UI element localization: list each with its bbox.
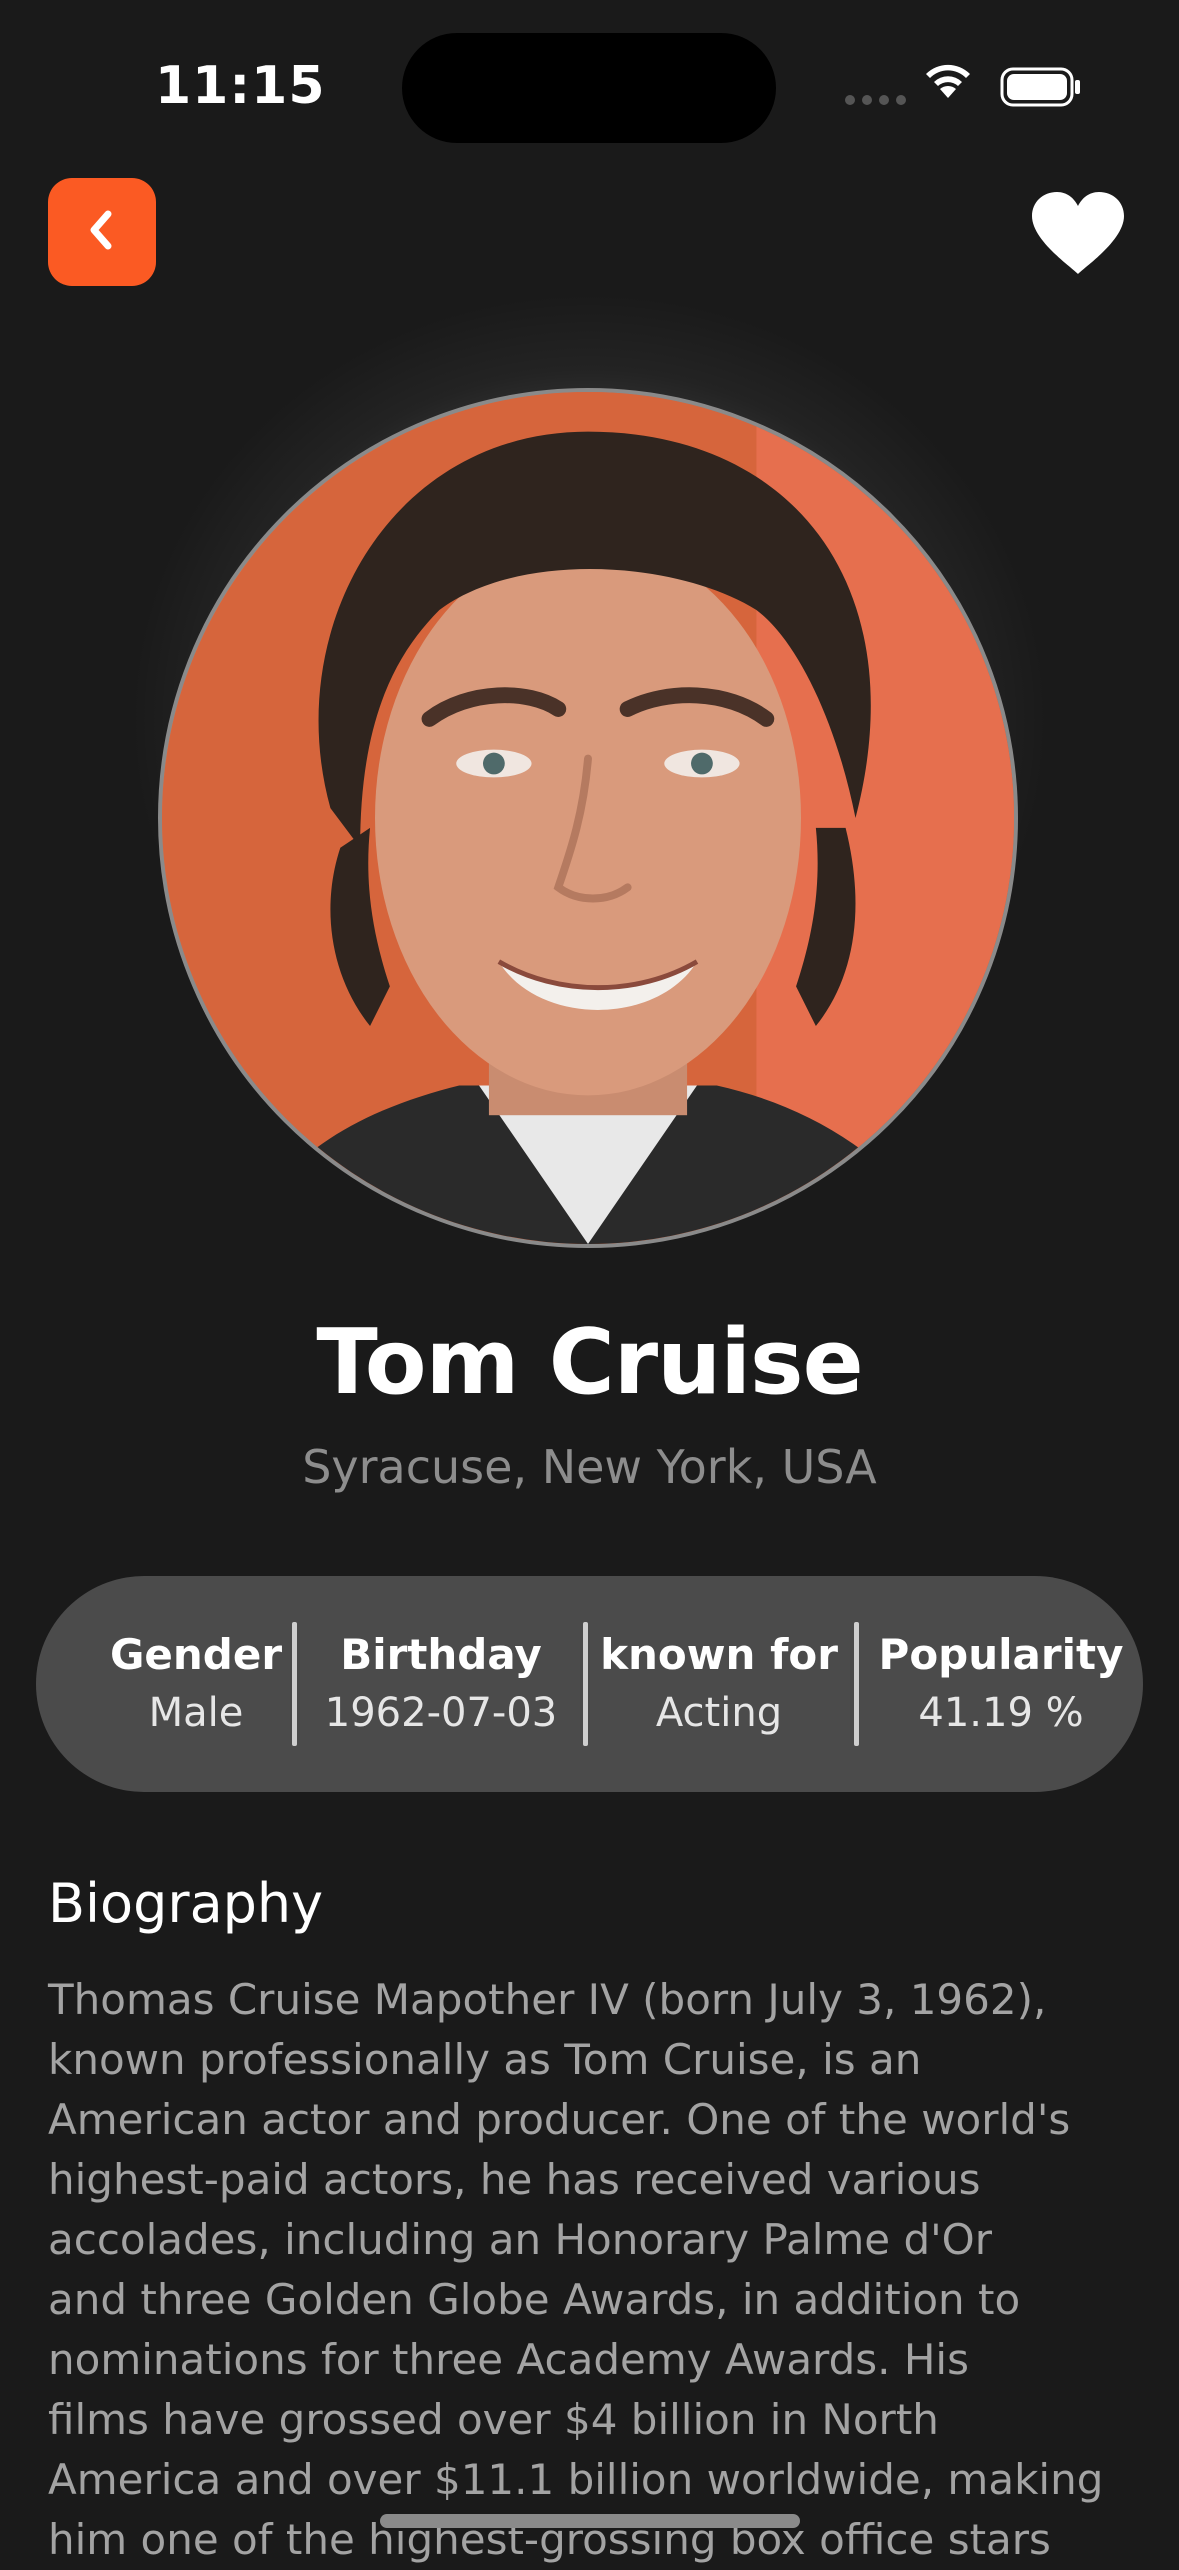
wifi-icon (922, 60, 974, 104)
divider (292, 1622, 297, 1746)
place-of-birth: Syracuse, New York, USA (302, 1440, 877, 1494)
info-item-known-for: known for Acting (594, 1576, 844, 1792)
status-time: 11:15 (155, 56, 326, 116)
info-bar: Gender Male Birthday 1962-07-03 known fo… (36, 1576, 1143, 1792)
cellular-signal-icon (845, 95, 906, 105)
divider (583, 1622, 588, 1746)
dynamic-island (402, 33, 776, 143)
info-label: Popularity (878, 1630, 1124, 1679)
status-bar: 11:15 (0, 0, 1179, 170)
info-item-popularity: Popularity 41.19 % (866, 1576, 1136, 1792)
info-label: known for (600, 1630, 838, 1679)
info-label: Gender (109, 1630, 283, 1679)
divider (854, 1622, 859, 1746)
person-name: Tom Cruise (316, 1310, 863, 1415)
info-item-birthday: Birthday 1962-07-03 (306, 1576, 576, 1792)
info-item-gender: Gender Male (86, 1576, 306, 1792)
info-value: 41.19 % (918, 1690, 1084, 1736)
profile-photo (158, 388, 1018, 1248)
biography-heading: Biography (48, 1872, 324, 1935)
info-value: Acting (655, 1690, 783, 1736)
info-value: 1962-07-03 (324, 1690, 558, 1736)
biography-text: Thomas Cruise Mapother IV (born July 3, … (48, 1975, 1104, 2564)
battery-icon (1000, 67, 1082, 111)
info-label: Birthday (340, 1630, 542, 1679)
info-value: Male (148, 1690, 244, 1736)
home-indicator[interactable] (380, 2514, 800, 2528)
